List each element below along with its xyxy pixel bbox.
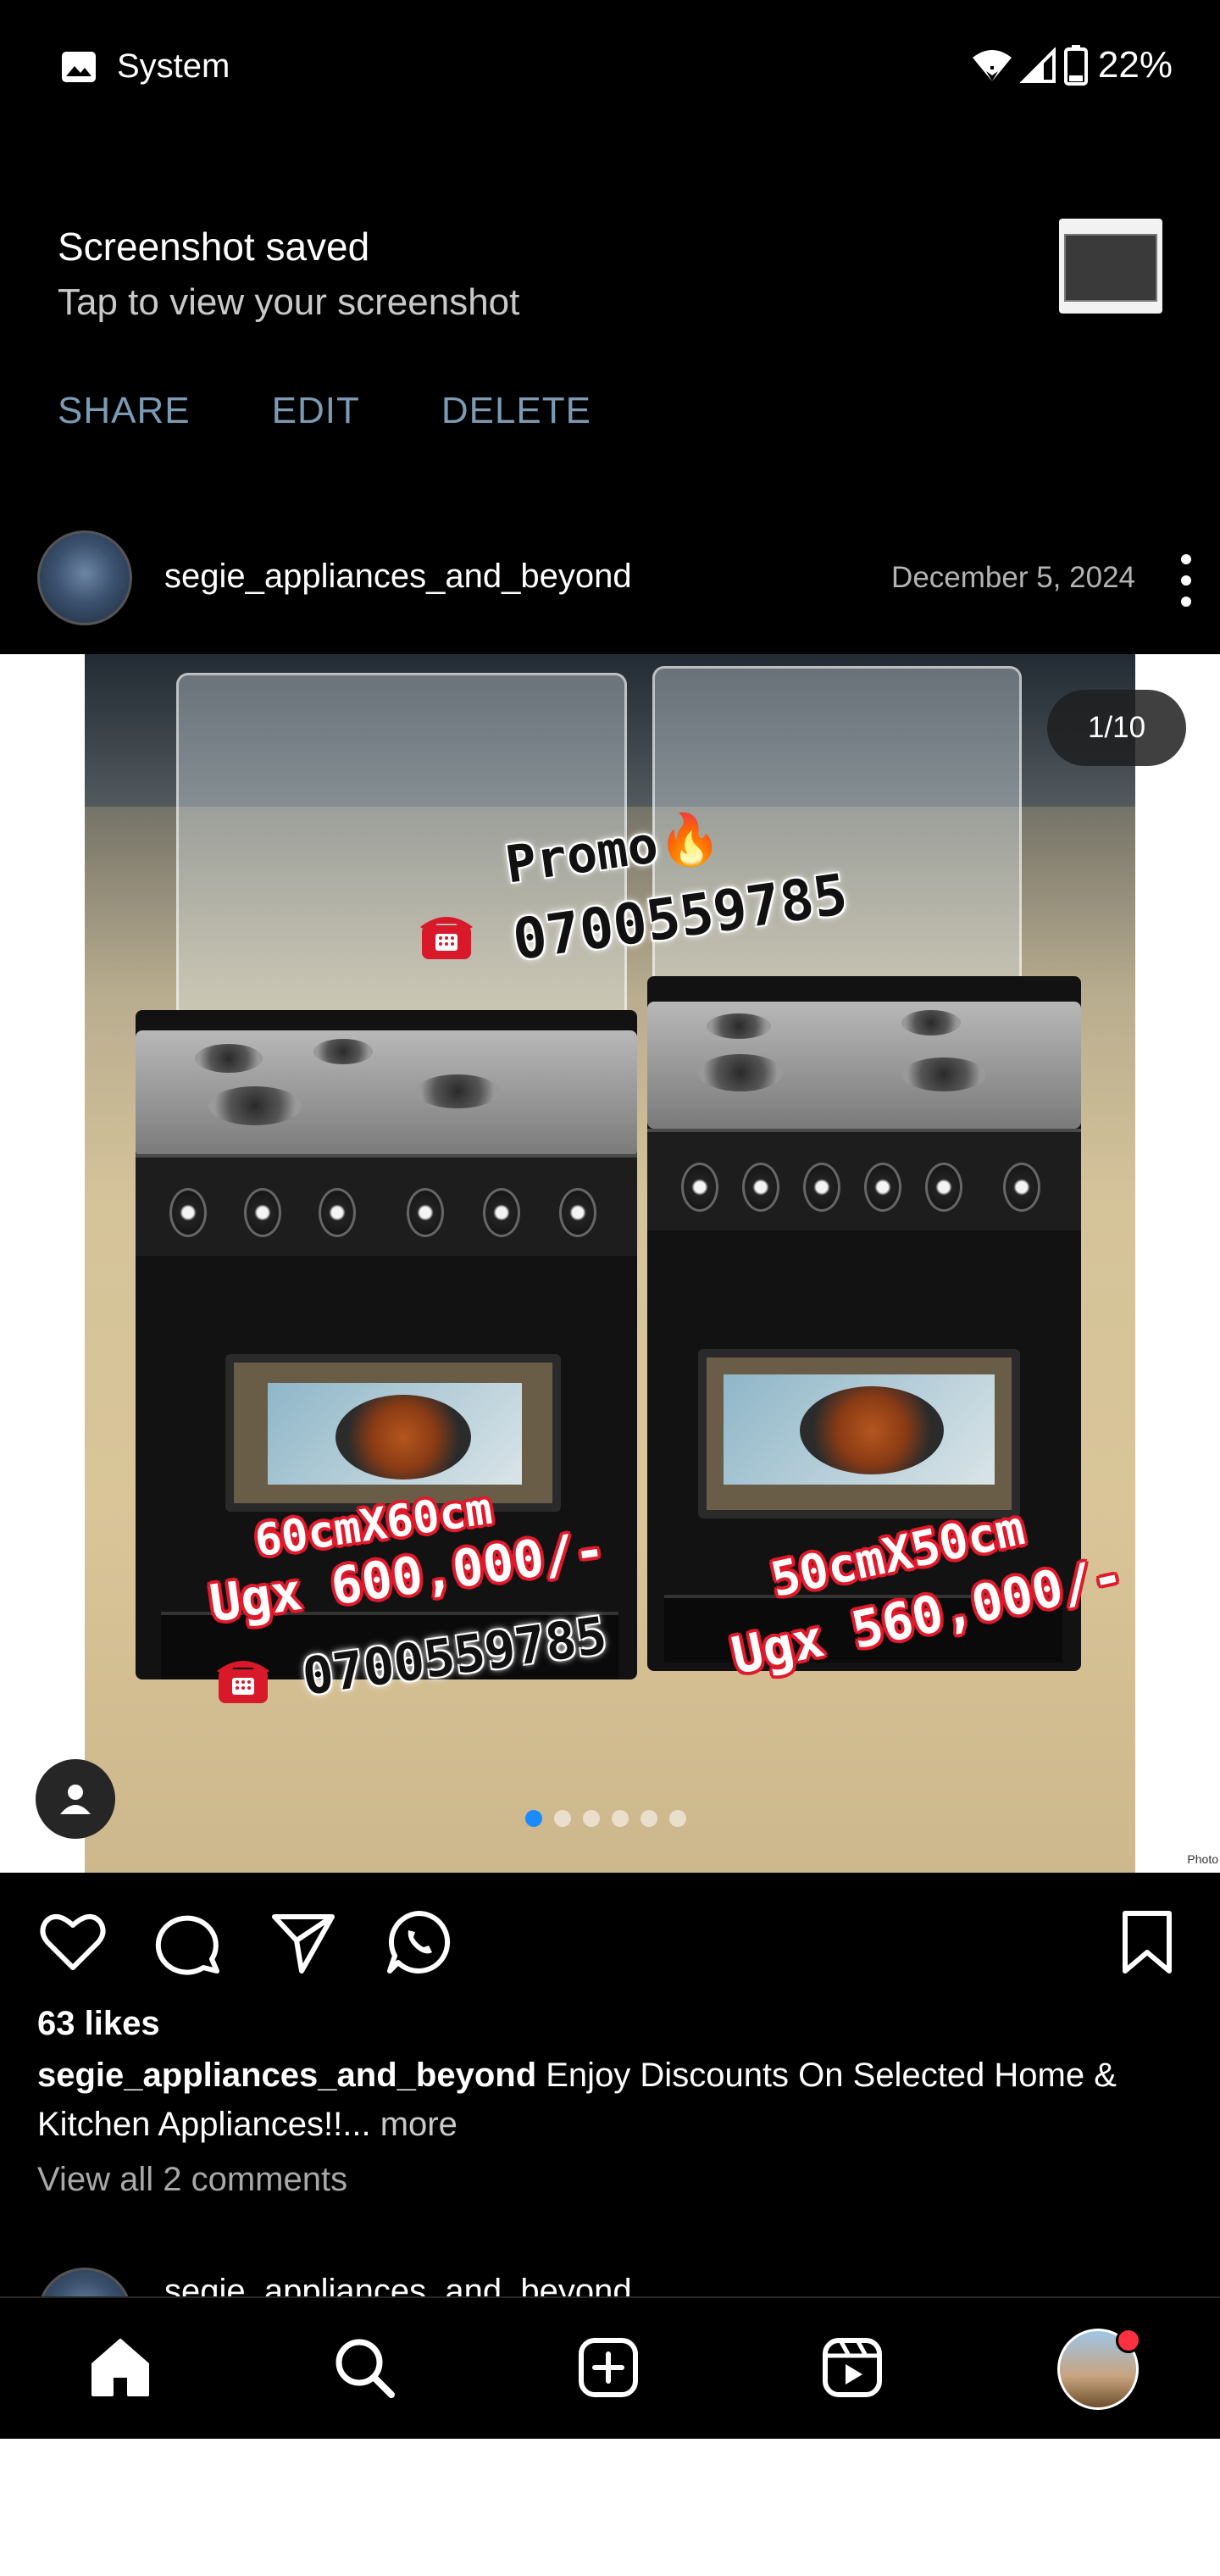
notification-actions: SHARE EDIT DELETE	[58, 390, 591, 432]
next-post-username[interactable]: segie_appliances_and_beyond	[164, 2273, 632, 2298]
nav-profile-avatar[interactable]	[1057, 2328, 1141, 2410]
wifi-icon	[972, 50, 1012, 81]
status-bar: System 22%	[0, 0, 1220, 136]
instagram-screen: System 22% Screenshot saved Tap to view …	[0, 0, 1220, 2439]
screenshot-thumbnail[interactable]	[1059, 219, 1162, 314]
telephone-icon	[420, 917, 473, 959]
home-icon	[92, 2339, 149, 2396]
heart-icon[interactable]	[37, 1907, 108, 1978]
battery-percent: 22%	[1097, 44, 1173, 86]
next-post-header: segie_appliances_and_beyond	[0, 2264, 1220, 2298]
post-username[interactable]: segie_appliances_and_beyond	[164, 558, 632, 596]
notification-title: Screenshot saved	[58, 225, 370, 269]
post-header: segie_appliances_and_beyond December 5, …	[0, 525, 1220, 636]
carousel-dot	[554, 1810, 571, 1827]
comment-icon[interactable]	[152, 1907, 224, 1978]
tagged-user-icon[interactable]	[36, 1759, 115, 1839]
whatsapp-icon[interactable]	[383, 1907, 454, 1978]
carousel-dot	[669, 1810, 686, 1827]
more-options-icon[interactable]	[1176, 554, 1196, 607]
post-actions	[0, 1895, 1220, 1988]
status-right: 22%	[971, 44, 1173, 86]
stoves-photo: Promo🔥 0700559785 60cmX60cm Ugx 600,000/…	[85, 654, 1135, 1873]
create-icon	[579, 2338, 638, 2397]
bottom-navigation	[0, 2296, 1220, 2439]
post-image[interactable]: Promo🔥 0700559785 60cmX60cm Ugx 600,000/…	[0, 654, 1220, 1873]
person-icon	[60, 1785, 91, 1814]
avatar[interactable]	[37, 2268, 132, 2298]
caption-username[interactable]: segie_appliances_and_beyond	[37, 2057, 536, 2094]
status-app-label: System	[117, 47, 230, 85]
caption-more-link[interactable]: more	[380, 2106, 458, 2143]
nav-search[interactable]	[325, 2329, 403, 2407]
nav-create[interactable]	[569, 2329, 647, 2407]
nav-reels[interactable]	[813, 2329, 891, 2407]
delete-button[interactable]: DELETE	[441, 390, 591, 432]
search-icon	[336, 2339, 395, 2398]
notification-badge	[1116, 2328, 1141, 2353]
post-caption: segie_appliances_and_beyond Enjoy Discou…	[37, 2051, 1190, 2149]
photo-credit: Photo	[1187, 1852, 1218, 1866]
image-counter: 1/10	[1047, 690, 1186, 766]
likes-count[interactable]: 63 likes	[37, 2005, 160, 2043]
avatar[interactable]	[37, 530, 132, 625]
edit-button[interactable]: EDIT	[272, 390, 360, 432]
signal-icon	[1019, 47, 1056, 83]
screenshot-notification[interactable]: Screenshot saved Tap to view your screen…	[0, 203, 1220, 458]
carousel-dot	[640, 1810, 657, 1827]
share-button[interactable]: SHARE	[58, 390, 191, 432]
nav-home[interactable]	[81, 2329, 159, 2407]
bookmark-icon[interactable]	[1112, 1907, 1183, 1978]
carousel-dot	[583, 1810, 600, 1827]
battery-icon	[1063, 45, 1088, 86]
share-icon[interactable]	[268, 1907, 339, 1978]
carousel-dots	[525, 1810, 686, 1827]
carousel-dot	[525, 1810, 542, 1827]
reels-icon	[823, 2338, 882, 2397]
carousel-dot	[612, 1810, 629, 1827]
image-icon	[62, 52, 96, 82]
notification-subtitle: Tap to view your screenshot	[58, 281, 520, 323]
telephone-icon	[217, 1661, 269, 1703]
view-comments-link[interactable]: View all 2 comments	[37, 2161, 347, 2199]
post-date: December 5, 2024	[891, 561, 1135, 594]
